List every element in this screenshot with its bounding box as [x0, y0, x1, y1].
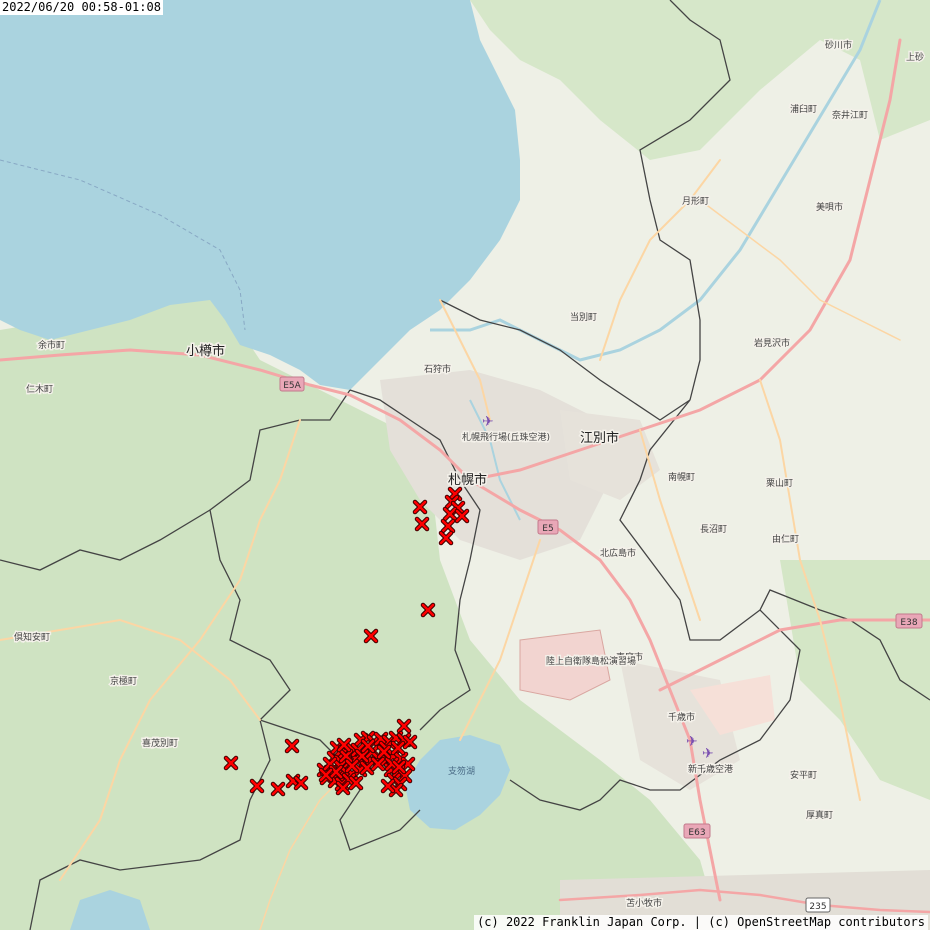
attribution-text: (c) 2022 Franklin Japan Corp. | (c) Open… [474, 915, 928, 930]
place-label-yuni: 由仁町 [772, 533, 799, 545]
shield-e63-label: E63 [688, 828, 705, 838]
shield-e5a-label: E5A [283, 381, 301, 391]
place-label-kimobetsu: 喜茂別町 [142, 737, 178, 749]
place-label-tsukigata: 月形町 [682, 195, 709, 207]
map-canvas[interactable]: E5A E5 E38 E63 235 ✈ ✈ ✈ 札幌市 小樽市 江別市 砂川市… [0, 0, 930, 930]
place-label-sapporo: 札幌市 [448, 472, 487, 488]
shield-e38-label: E38 [900, 618, 917, 628]
shield-235-label: 235 [809, 902, 826, 912]
airport-icon: ✈ [482, 414, 494, 430]
place-label-naganuma: 長沼町 [700, 524, 727, 535]
place-label-kyogoku: 京極町 [110, 675, 137, 687]
place-label-kuriyama: 栗山町 [766, 478, 793, 489]
place-label-kamiutashinai: 上砂 [906, 51, 924, 63]
place-label-military: 陸上自衛隊島松演習場 [546, 655, 636, 667]
place-label-chitose: 千歳市 [668, 711, 695, 723]
place-label-yoichi: 余市町 [38, 339, 65, 351]
place-label-shikotsu: 支笏湖 [448, 765, 475, 777]
place-label-atsuma: 厚真町 [806, 809, 833, 821]
place-label-naie: 奈井江町 [832, 109, 868, 121]
airport-icon-chitose: ✈ [686, 734, 698, 750]
shield-e63: E63 [683, 823, 711, 839]
place-label-abira: 安平町 [790, 769, 817, 781]
shield-e38: E38 [895, 613, 923, 629]
place-label-tobetsu: 当別町 [570, 311, 597, 323]
place-label-kutchan: 倶知安町 [14, 631, 50, 643]
place-label-shinchitose: 新千歳空港 [688, 763, 733, 775]
timestamp-label: 2022/06/20 00:58-01:08 [0, 0, 163, 15]
place-label-kitahiroshima: 北広島市 [600, 547, 636, 559]
place-label-iwamizawa: 岩見沢市 [754, 337, 790, 349]
place-label-otaru: 小樽市 [186, 343, 225, 359]
airport-icon-shinchitose: ✈ [702, 746, 714, 762]
place-label-tomakomai: 苫小牧市 [626, 897, 662, 909]
place-label-urausu: 浦臼町 [790, 103, 817, 115]
place-label-ebetsu: 江別市 [580, 430, 619, 446]
place-label-sunagawa: 砂川市 [825, 39, 852, 51]
place-label-niki: 仁木町 [26, 383, 53, 395]
place-label-nanporo: 南幌町 [668, 471, 695, 483]
place-label-bibai: 美唄市 [816, 201, 843, 213]
shield-e5: E5 [537, 519, 559, 535]
shield-235: 235 [805, 897, 831, 913]
map-view[interactable]: E5A E5 E38 E63 235 ✈ ✈ ✈ 札幌市 小樽市 江別市 砂川市… [0, 0, 930, 930]
place-label-airport: 札幌飛行場(丘珠空港) [462, 431, 550, 443]
shield-e5-label: E5 [542, 524, 553, 534]
shield-e5a: E5A [279, 376, 305, 392]
place-label-ishikari: 石狩市 [424, 363, 451, 375]
